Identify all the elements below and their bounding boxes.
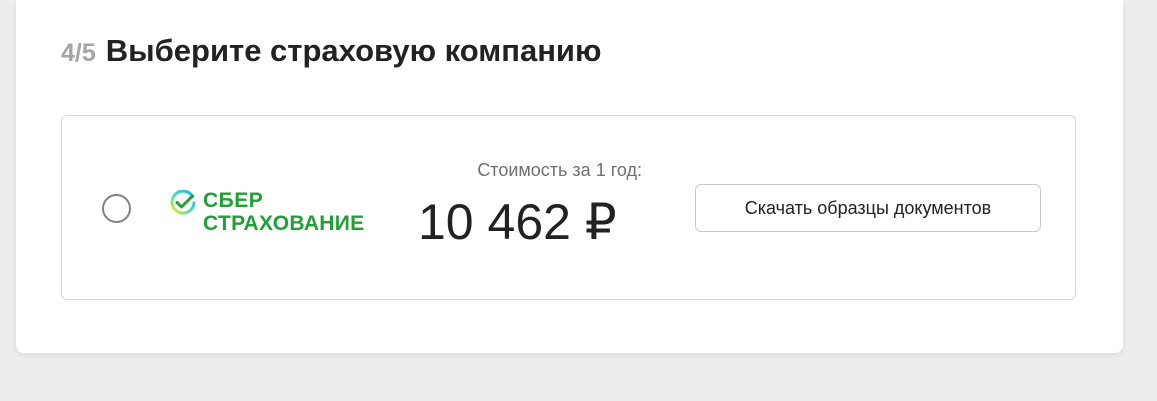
logo-text-strakhovanie: СТРАХОВАНИЕ: [203, 212, 365, 235]
price-value: 10 462 ₽: [418, 194, 617, 250]
insurance-offer-card[interactable]: СБЕР СТРАХОВАНИЕ Стоимость за 1 год: 10 …: [61, 115, 1076, 300]
logo-text-sber: СБЕР: [203, 189, 264, 212]
price-block: Стоимость за 1 год: 10 462 ₽: [402, 158, 642, 252]
step-title: Выберите страховую компанию: [105, 33, 602, 68]
download-documents-button[interactable]: Скачать образцы документов: [695, 184, 1041, 232]
step-card: 4/5 Выберите страховую компанию СБЕР СТР…: [16, 0, 1123, 353]
sber-check-circle-icon: [170, 190, 196, 215]
insurer-logo: СБЕР СТРАХОВАНИЕ: [170, 188, 390, 236]
step-header: 4/5 Выберите страховую компанию: [61, 33, 601, 69]
offer-radio-button[interactable]: [102, 194, 131, 223]
step-counter: 4/5: [61, 39, 96, 67]
price-label: Стоимость за 1 год:: [477, 160, 642, 180]
